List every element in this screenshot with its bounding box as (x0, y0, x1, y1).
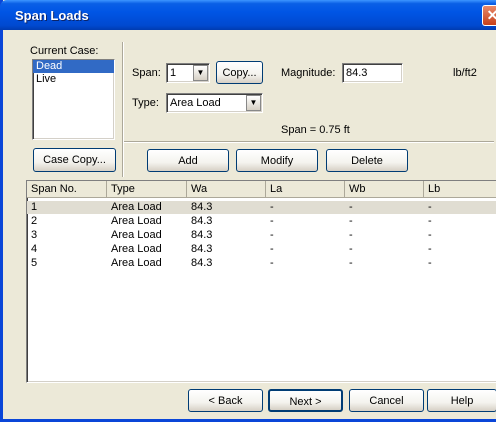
span-value: 1 (170, 67, 177, 79)
cell-wb: - (349, 215, 353, 227)
chevron-down-icon[interactable]: ▼ (193, 65, 208, 81)
span-loads-dialog: Span Loads ✕ Current Case: Dead Live Cas… (0, 0, 496, 422)
table-row[interactable]: 2 Area Load 84.3 - - - (27, 215, 496, 228)
cell-wb: - (349, 243, 353, 255)
header-type[interactable]: Type (107, 181, 187, 198)
horizontal-separator (124, 141, 494, 143)
delete-button[interactable]: Delete (326, 149, 408, 172)
table-header: Span No. Type Wa La Wb Lb (27, 181, 496, 198)
table-row[interactable]: 4 Area Load 84.3 - - - (27, 243, 496, 256)
cell-type: Area Load (111, 201, 162, 213)
cell-type: Area Load (111, 229, 162, 241)
cell-lb: - (428, 229, 432, 241)
next-button[interactable]: Next > (268, 389, 343, 412)
add-button[interactable]: Add (147, 149, 229, 172)
header-wa[interactable]: Wa (187, 181, 266, 198)
cell-span-no: 1 (31, 201, 38, 213)
magnitude-value: 84.3 (346, 67, 368, 79)
case-listbox[interactable]: Dead Live (32, 59, 115, 140)
cell-la: - (270, 243, 274, 255)
cell-la: - (270, 215, 274, 227)
cell-span-no: 5 (31, 257, 38, 269)
loads-table[interactable]: Span No. Type Wa La Wb Lb 1 Area Load 84… (26, 180, 496, 383)
cell-wa: 84.3 (191, 201, 213, 213)
current-case-label: Current Case: (30, 45, 99, 57)
magnitude-unit: lb/ft2 (453, 67, 477, 79)
table-row[interactable]: 3 Area Load 84.3 - - - (27, 229, 496, 242)
cell-type: Area Load (111, 215, 162, 227)
cell-lb: - (428, 257, 432, 269)
span-length-info: Span = 0.75 ft (281, 124, 350, 136)
cell-wb: - (349, 229, 353, 241)
type-combo[interactable]: Area Load ▼ (166, 93, 263, 113)
cell-wa: 84.3 (191, 243, 213, 255)
cell-wa: 84.3 (191, 215, 213, 227)
cell-span-no: 3 (31, 229, 38, 241)
cell-span-no: 2 (31, 215, 38, 227)
case-copy-button[interactable]: Case Copy... (33, 148, 116, 172)
cell-type: Area Load (111, 243, 162, 255)
title-bar: Span Loads ✕ (0, 0, 496, 30)
cell-type: Area Load (111, 257, 162, 269)
cell-lb: - (428, 243, 432, 255)
type-label: Type: (132, 97, 159, 109)
vertical-separator (122, 42, 124, 177)
header-span-no[interactable]: Span No. (27, 181, 107, 198)
header-lb[interactable]: Lb (424, 181, 496, 198)
magnitude-label: Magnitude: (281, 67, 336, 79)
magnitude-input[interactable]: 84.3 (342, 63, 403, 83)
header-la[interactable]: La (266, 181, 345, 198)
help-button[interactable]: Help (427, 389, 496, 412)
header-wb[interactable]: Wb (345, 181, 424, 198)
cell-wb: - (349, 201, 353, 213)
table-row[interactable]: 1 Area Load 84.3 - - - (27, 201, 496, 214)
type-value: Area Load (170, 97, 221, 109)
cell-wa: 84.3 (191, 257, 213, 269)
back-button[interactable]: < Back (188, 389, 263, 412)
close-button[interactable]: ✕ (482, 5, 496, 26)
case-item-live[interactable]: Live (33, 73, 114, 86)
cell-lb: - (428, 215, 432, 227)
cell-span-no: 4 (31, 243, 38, 255)
span-copy-button[interactable]: Copy... (216, 61, 263, 84)
span-combo[interactable]: 1 ▼ (166, 63, 210, 83)
cell-wa: 84.3 (191, 229, 213, 241)
window-title: Span Loads (15, 8, 89, 23)
case-item-dead[interactable]: Dead (33, 60, 114, 73)
cell-wb: - (349, 257, 353, 269)
cell-la: - (270, 201, 274, 213)
table-row[interactable]: 5 Area Load 84.3 - - - (27, 257, 496, 270)
chevron-down-icon[interactable]: ▼ (246, 95, 261, 111)
close-icon: ✕ (486, 7, 496, 23)
span-label: Span: (132, 67, 161, 79)
cell-la: - (270, 229, 274, 241)
cancel-button[interactable]: Cancel (349, 389, 424, 412)
modify-button[interactable]: Modify (236, 149, 318, 172)
cell-lb: - (428, 201, 432, 213)
cell-la: - (270, 257, 274, 269)
